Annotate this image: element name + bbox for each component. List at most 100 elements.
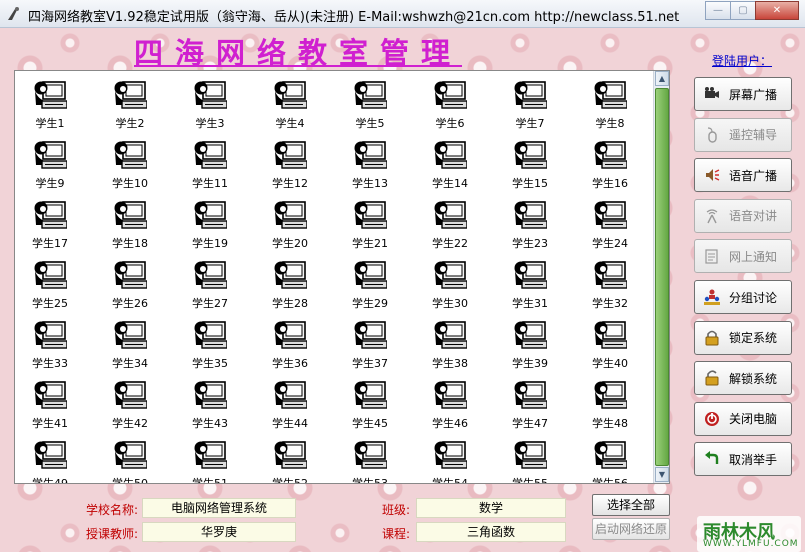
student-station[interactable]: 学生12 [255,139,325,195]
student-station[interactable]: 学生47 [495,379,565,435]
student-station[interactable]: 学生31 [495,259,565,315]
student-station[interactable]: 学生52 [255,439,325,483]
student-station[interactable]: 学生49 [15,439,85,483]
sidebar-button-10[interactable]: 取消举手 [694,442,792,477]
student-station[interactable]: 学生48 [575,379,645,435]
unlock-icon [703,369,721,387]
student-station[interactable]: 学生5 [335,79,405,135]
class-field[interactable]: 数学 [416,498,566,518]
student-station[interactable]: 学生39 [495,319,565,375]
student-label: 学生55 [512,477,548,484]
student-station[interactable]: 学生15 [495,139,565,195]
student-station[interactable]: 学生51 [175,439,245,483]
sidebar-button-label: 网上通知 [729,249,778,264]
sidebar-button-7[interactable]: 锁定系统 [694,320,792,355]
student-station[interactable]: 学生43 [175,379,245,435]
student-station[interactable]: 学生40 [575,319,645,375]
student-station[interactable]: 学生55 [495,439,565,484]
student-station[interactable]: 学生29 [335,259,405,315]
watermark-logo: 雨林木风 WWW.YLMFU.COM [697,516,801,552]
student-station[interactable]: 学生42 [95,379,165,435]
student-station[interactable]: 学生33 [15,319,85,375]
student-station[interactable]: 学生32 [575,259,645,315]
vertical-scrollbar[interactable]: ▲ ▼ [653,71,669,483]
sidebar-button-5[interactable]: 网上通知 [694,239,792,274]
student-station[interactable]: 学生46 [415,379,485,435]
teacher-field[interactable]: 华罗庚 [142,522,296,542]
student-computer-icon [95,439,165,474]
scroll-down-arrow-icon[interactable]: ▼ [655,467,669,482]
student-station[interactable]: 学生28 [255,259,325,315]
student-station[interactable]: 学生21 [335,199,405,255]
student-station[interactable]: 学生19 [175,199,245,255]
student-label: 学生47 [512,417,548,430]
student-station[interactable]: 学生54 [415,439,485,483]
student-station[interactable]: 学生3 [175,79,245,135]
student-station[interactable]: 学生23 [495,199,565,255]
student-label: 学生40 [592,357,628,370]
student-computer-icon [575,439,645,474]
sidebar-button-label: 取消举手 [729,452,778,467]
student-station[interactable]: 学生7 [495,79,565,135]
student-station[interactable]: 学生25 [15,259,85,315]
student-computer-icon [335,379,405,414]
student-station[interactable]: 学生1 [15,79,85,135]
student-station[interactable]: 学生27 [175,259,245,315]
student-station[interactable]: 学生11 [175,139,245,195]
sidebar-button-4[interactable]: 语音对讲 [694,198,792,233]
student-station[interactable]: 学生9 [15,139,85,195]
student-station[interactable]: 学生34 [95,319,165,375]
student-station[interactable]: 学生45 [335,379,405,435]
student-station[interactable]: 学生2 [95,79,165,135]
student-station[interactable]: 学生56 [575,439,645,483]
student-station[interactable]: 学生17 [15,199,85,255]
student-station[interactable]: 学生6 [415,79,485,135]
student-computer-icon [95,139,165,174]
student-computer-icon [255,259,325,294]
school-name-field[interactable]: 电脑网络管理系统 [142,498,296,518]
select-all-button[interactable]: 选择全部 [592,494,670,516]
scroll-up-arrow-icon[interactable]: ▲ [655,71,669,86]
student-label: 学生2 [115,117,145,130]
student-station[interactable]: 学生30 [415,259,485,315]
student-station[interactable]: 学生53 [335,439,405,483]
student-label: 学生17 [32,237,68,250]
sidebar-button-6[interactable]: 分组讨论 [694,280,792,314]
course-label: 课程: [382,527,411,541]
sidebar-button-9[interactable]: 关闭电脑 [694,401,792,436]
sidebar-button-3[interactable]: 语音广播 [694,158,792,193]
student-computer-icon [175,139,245,174]
student-station[interactable]: 学生18 [95,199,165,255]
sidebar-button-2[interactable]: 遥控辅导 [694,117,792,152]
student-station[interactable]: 学生36 [255,319,325,375]
student-station[interactable]: 学生14 [415,139,485,195]
student-station[interactable]: 学生16 [575,139,645,195]
scroll-thumb[interactable] [655,88,669,466]
close-button[interactable]: ✕ [755,1,799,20]
student-station[interactable]: 学生22 [415,199,485,255]
sidebar-button-8[interactable]: 解锁系统 [694,361,792,396]
maximize-button[interactable]: ▢ [730,1,756,20]
title-bar[interactable]: 四海网络教室V1.92稳定试用版（翁守海、岳从)(未注册) E-Mail:wsh… [0,0,805,28]
student-label: 学生29 [352,297,388,310]
student-computer-icon [575,139,645,174]
student-station[interactable]: 学生13 [335,139,405,195]
sidebar-button-1[interactable]: 屏幕广播 [694,77,792,111]
lock-icon [703,329,721,347]
student-station[interactable]: 学生50 [95,439,165,483]
student-station[interactable]: 学生37 [335,319,405,375]
student-station[interactable]: 学生24 [575,199,645,255]
student-station[interactable]: 学生44 [255,379,325,435]
student-station[interactable]: 学生41 [15,379,85,435]
minimize-button[interactable]: — [705,1,731,20]
student-station[interactable]: 学生35 [175,319,245,375]
student-station[interactable]: 学生4 [255,79,325,135]
student-station[interactable]: 学生20 [255,199,325,255]
student-computer-icon [415,259,485,294]
student-station[interactable]: 学生10 [95,139,165,195]
network-restore-button[interactable]: 启动网络还原 [592,518,670,540]
student-station[interactable]: 学生38 [415,319,485,375]
student-station[interactable]: 学生26 [95,259,165,315]
course-field[interactable]: 三角函数 [416,522,566,542]
student-station[interactable]: 学生8 [575,79,645,135]
